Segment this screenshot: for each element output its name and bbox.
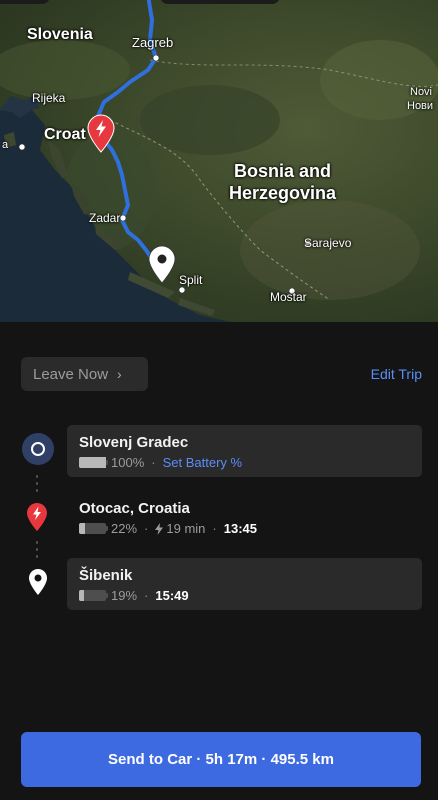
battery-icon bbox=[79, 523, 108, 534]
trip-panel: Leave Now › Edit Trip Slovenj Gradec 100… bbox=[0, 322, 438, 800]
battery-percent: 19% bbox=[111, 588, 138, 603]
battery-icon bbox=[79, 457, 108, 468]
map-overlay-pill bbox=[0, 0, 50, 4]
charge-time: 19 min bbox=[166, 521, 206, 536]
timeline-connector bbox=[36, 555, 38, 558]
map-label-novi-cyrillic: Нови bbox=[407, 100, 434, 112]
leave-now-button[interactable]: Leave Now › bbox=[21, 357, 148, 391]
stop-card-charger[interactable]: Otocac, Croatia 22% · 19 min · 13:45 bbox=[67, 491, 422, 543]
timeline-connector bbox=[36, 541, 38, 544]
arrival-time: 15:49 bbox=[155, 588, 189, 603]
stop-name: Slovenj Gradec bbox=[79, 434, 189, 451]
origin-circle-icon bbox=[22, 433, 54, 465]
leave-now-label: Leave Now bbox=[33, 365, 109, 383]
arrival-time: 13:45 bbox=[223, 521, 257, 536]
set-battery-link[interactable]: Set Battery % bbox=[163, 454, 242, 471]
map-label-bosnia-line2: Herzegovina bbox=[229, 183, 337, 203]
destination-pin-icon bbox=[29, 569, 47, 595]
timeline-connector bbox=[36, 489, 38, 492]
separator: · bbox=[151, 455, 156, 470]
edit-trip-link[interactable]: Edit Trip bbox=[371, 366, 422, 382]
stop-meta: 22% · 19 min · 13:45 bbox=[79, 520, 410, 537]
stop-card-destination[interactable]: Šibenik 19% · 15:49 bbox=[67, 558, 422, 610]
separator: · bbox=[144, 588, 149, 603]
chevron-right-icon: › bbox=[117, 366, 122, 382]
separator: · bbox=[144, 521, 149, 536]
supercharger-pin-icon bbox=[27, 503, 47, 531]
map-destination-pin-icon[interactable] bbox=[148, 245, 176, 285]
map-supercharger-pin-icon[interactable] bbox=[87, 114, 115, 154]
stop-meta: 100% · Set Battery % bbox=[79, 454, 410, 471]
stop-card-origin[interactable]: Slovenj Gradec 100% · Set Battery % bbox=[67, 425, 422, 477]
map-label-rijeka: Rijeka bbox=[32, 91, 66, 105]
map-label-zadar: Zadar bbox=[89, 211, 121, 225]
battery-percent: 100% bbox=[111, 455, 145, 470]
battery-icon bbox=[79, 590, 108, 601]
map-label-croatia: Croat bbox=[44, 126, 86, 143]
map-label-split: Split bbox=[179, 273, 203, 287]
send-to-car-button[interactable]: Send to Car · 5h 17m · 495.5 km bbox=[21, 732, 421, 787]
battery-percent: 22% bbox=[111, 521, 138, 536]
separator: · bbox=[212, 521, 217, 536]
map-terrain bbox=[0, 0, 438, 322]
map-label-mostar: Mostar bbox=[270, 290, 307, 304]
map-label-edge: a bbox=[2, 139, 9, 151]
map-overlay-pill bbox=[160, 0, 280, 4]
map-label-bosnia-line1: Bosnia and bbox=[234, 161, 332, 181]
stop-name: Šibenik bbox=[79, 567, 133, 584]
bolt-icon bbox=[155, 522, 164, 535]
stop-meta: 19% · 15:49 bbox=[79, 587, 410, 604]
map-label-novi: Novi bbox=[410, 86, 433, 98]
map-label-sarajevo: Sarajevo bbox=[304, 236, 352, 250]
map-label-zagreb: Zagreb bbox=[132, 35, 174, 50]
map-label-bosnia: Bosnia and Herzegovina bbox=[229, 160, 336, 204]
map-view[interactable]: Slovenia Zagreb Rijeka Croat a Zadar Bos… bbox=[0, 0, 438, 322]
timeline-connector bbox=[36, 548, 38, 551]
timeline-connector bbox=[36, 482, 38, 485]
stop-name: Otocac, Croatia bbox=[79, 500, 190, 517]
map-label-slovenia: Slovenia bbox=[27, 26, 93, 43]
timeline-connector bbox=[36, 475, 38, 478]
